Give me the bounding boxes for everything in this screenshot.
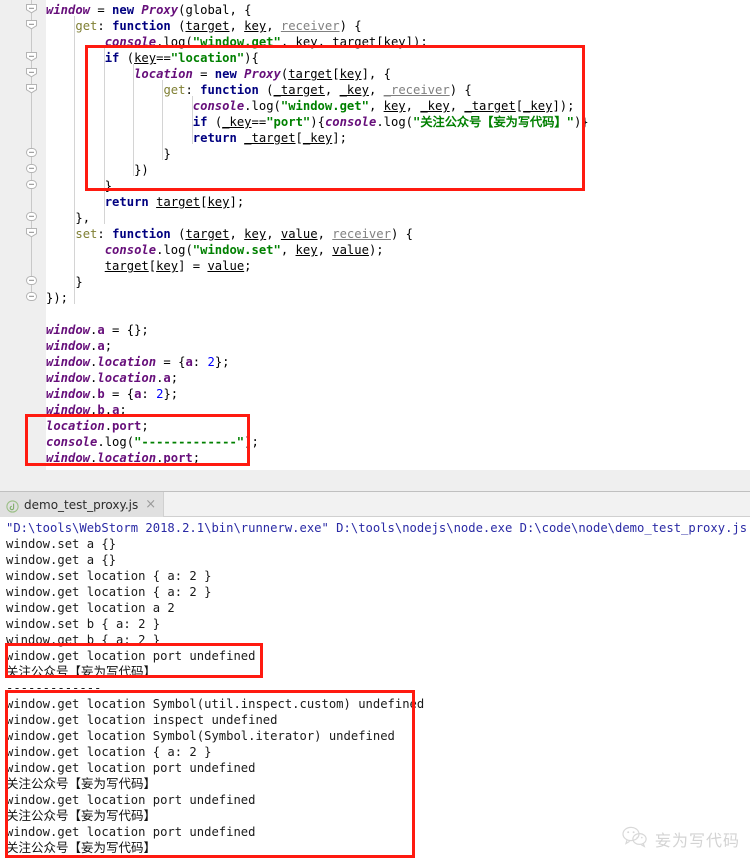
console-output-line: window.set b { a: 2 }	[6, 617, 161, 631]
fold-toggle-icon[interactable]	[25, 210, 38, 223]
code-line: }	[163, 147, 171, 161]
code-line: return _target[_key];	[192, 131, 347, 145]
close-icon[interactable]: ×	[143, 498, 156, 511]
console-output-line: window.get location port undefined	[6, 649, 256, 663]
watermark: 妄为写代码	[622, 826, 740, 852]
fold-toggle-icon[interactable]	[25, 274, 38, 287]
console-output-line: window.set a {}	[6, 537, 117, 551]
code-line: });	[46, 291, 69, 305]
console-output[interactable]: "D:\tools\WebStorm 2018.2.1\bin\runnerw.…	[0, 517, 750, 862]
code-line: if (_key=="port"){console.log("关注公众号【妄为写…	[192, 115, 589, 129]
console-output-line: 关注公众号【妄为写代码】	[6, 808, 157, 823]
indent-guide	[74, 16, 76, 304]
console-output-line: window.get b { a: 2 }	[6, 633, 161, 647]
console-output-line: window.get location port undefined	[6, 793, 256, 807]
code-line: target[key] = value;	[104, 259, 252, 273]
console-output-line: window.get location port undefined	[6, 761, 256, 775]
code-line: if (key=="location"){	[104, 51, 259, 65]
run-tabbar: demo_test_proxy.js ×	[0, 492, 750, 517]
fold-toggle-icon[interactable]	[25, 290, 38, 303]
console-output-line: window.get location Symbol(util.inspect.…	[6, 697, 425, 711]
code-line: })	[134, 163, 149, 177]
code-line: console.log("window.get", key, _key, _ta…	[192, 99, 575, 113]
code-line: location = new Proxy(target[key], {	[134, 67, 391, 81]
fold-toggle-icon[interactable]	[25, 226, 38, 239]
console-output-line: window.set location { a: 2 }	[6, 569, 212, 583]
javascript-file-icon	[6, 498, 19, 513]
console-output-line: window.get location Symbol(Symbol.iterat…	[6, 729, 395, 743]
code-line: console.log("window.set", key, value);	[104, 243, 384, 257]
code-line: window.a = {};	[46, 323, 149, 337]
run-tab-label: demo_test_proxy.js	[24, 497, 139, 512]
fold-toggle-icon[interactable]	[25, 178, 38, 191]
wechat-icon	[622, 826, 648, 852]
code-line: window.b = {a: 2};	[46, 387, 179, 401]
fold-toggle-icon[interactable]	[25, 66, 38, 79]
run-tab-demo-test-proxy[interactable]: demo_test_proxy.js ×	[0, 492, 165, 517]
console-output-line: 关注公众号【妄为写代码】	[6, 664, 157, 679]
console-output-line: window.get location inspect undefined	[6, 713, 278, 727]
code-line: get: function (_target, _key, _receiver)…	[163, 83, 472, 97]
watermark-text: 妄为写代码	[654, 831, 740, 850]
code-line: }	[104, 179, 113, 193]
code-line: window.location.port;	[46, 451, 201, 465]
code-editor-pane[interactable]: window = new Proxy(global, { get: functio…	[0, 0, 750, 470]
code-line: set: function (target, key, value, recei…	[75, 227, 413, 241]
fold-toggle-icon[interactable]	[25, 146, 38, 159]
code-line: return target[key];	[104, 195, 245, 209]
fold-toggle-icon[interactable]	[25, 162, 38, 175]
console-output-line: window.get a {}	[6, 553, 117, 567]
fold-toggle-icon[interactable]	[25, 82, 38, 95]
pane-splitter[interactable]	[0, 470, 750, 492]
code-line: console.log("window.get", key, target[ke…	[104, 35, 428, 49]
code-line: window.b.a;	[46, 403, 127, 417]
code-line: window.a;	[46, 339, 113, 353]
code-line: location.port;	[46, 419, 149, 433]
console-output-line: 关注公众号【妄为写代码】	[6, 776, 157, 791]
console-output-line: window.get location { a: 2 }	[6, 745, 212, 759]
fold-toggle-icon[interactable]	[25, 2, 38, 15]
fold-toggle-icon[interactable]	[25, 50, 38, 63]
code-line: get: function (target, key, receiver) {	[75, 19, 362, 33]
console-output-line: window.get location { a: 2 }	[6, 585, 212, 599]
code-line: },	[75, 211, 91, 225]
fold-toggle-icon[interactable]	[25, 18, 38, 31]
code-text-area[interactable]: window = new Proxy(global, { get: functio…	[46, 0, 750, 470]
webstorm-window: window = new Proxy(global, { get: functio…	[0, 0, 750, 862]
console-output-line: -------------	[6, 681, 102, 695]
console-command-line: "D:\tools\WebStorm 2018.2.1\bin\runnerw.…	[6, 521, 748, 535]
code-line: }	[75, 275, 83, 289]
code-line: window = new Proxy(global, {	[46, 3, 252, 17]
run-console-pane: demo_test_proxy.js × "D:\tools\WebStorm …	[0, 492, 750, 862]
code-line: window.location.a;	[46, 371, 179, 385]
code-line: window.location = {a: 2};	[46, 355, 230, 369]
editor-gutter[interactable]	[0, 0, 46, 470]
console-output-line: window.get location a 2	[6, 601, 175, 615]
code-line: console.log("-------------");	[46, 435, 259, 449]
